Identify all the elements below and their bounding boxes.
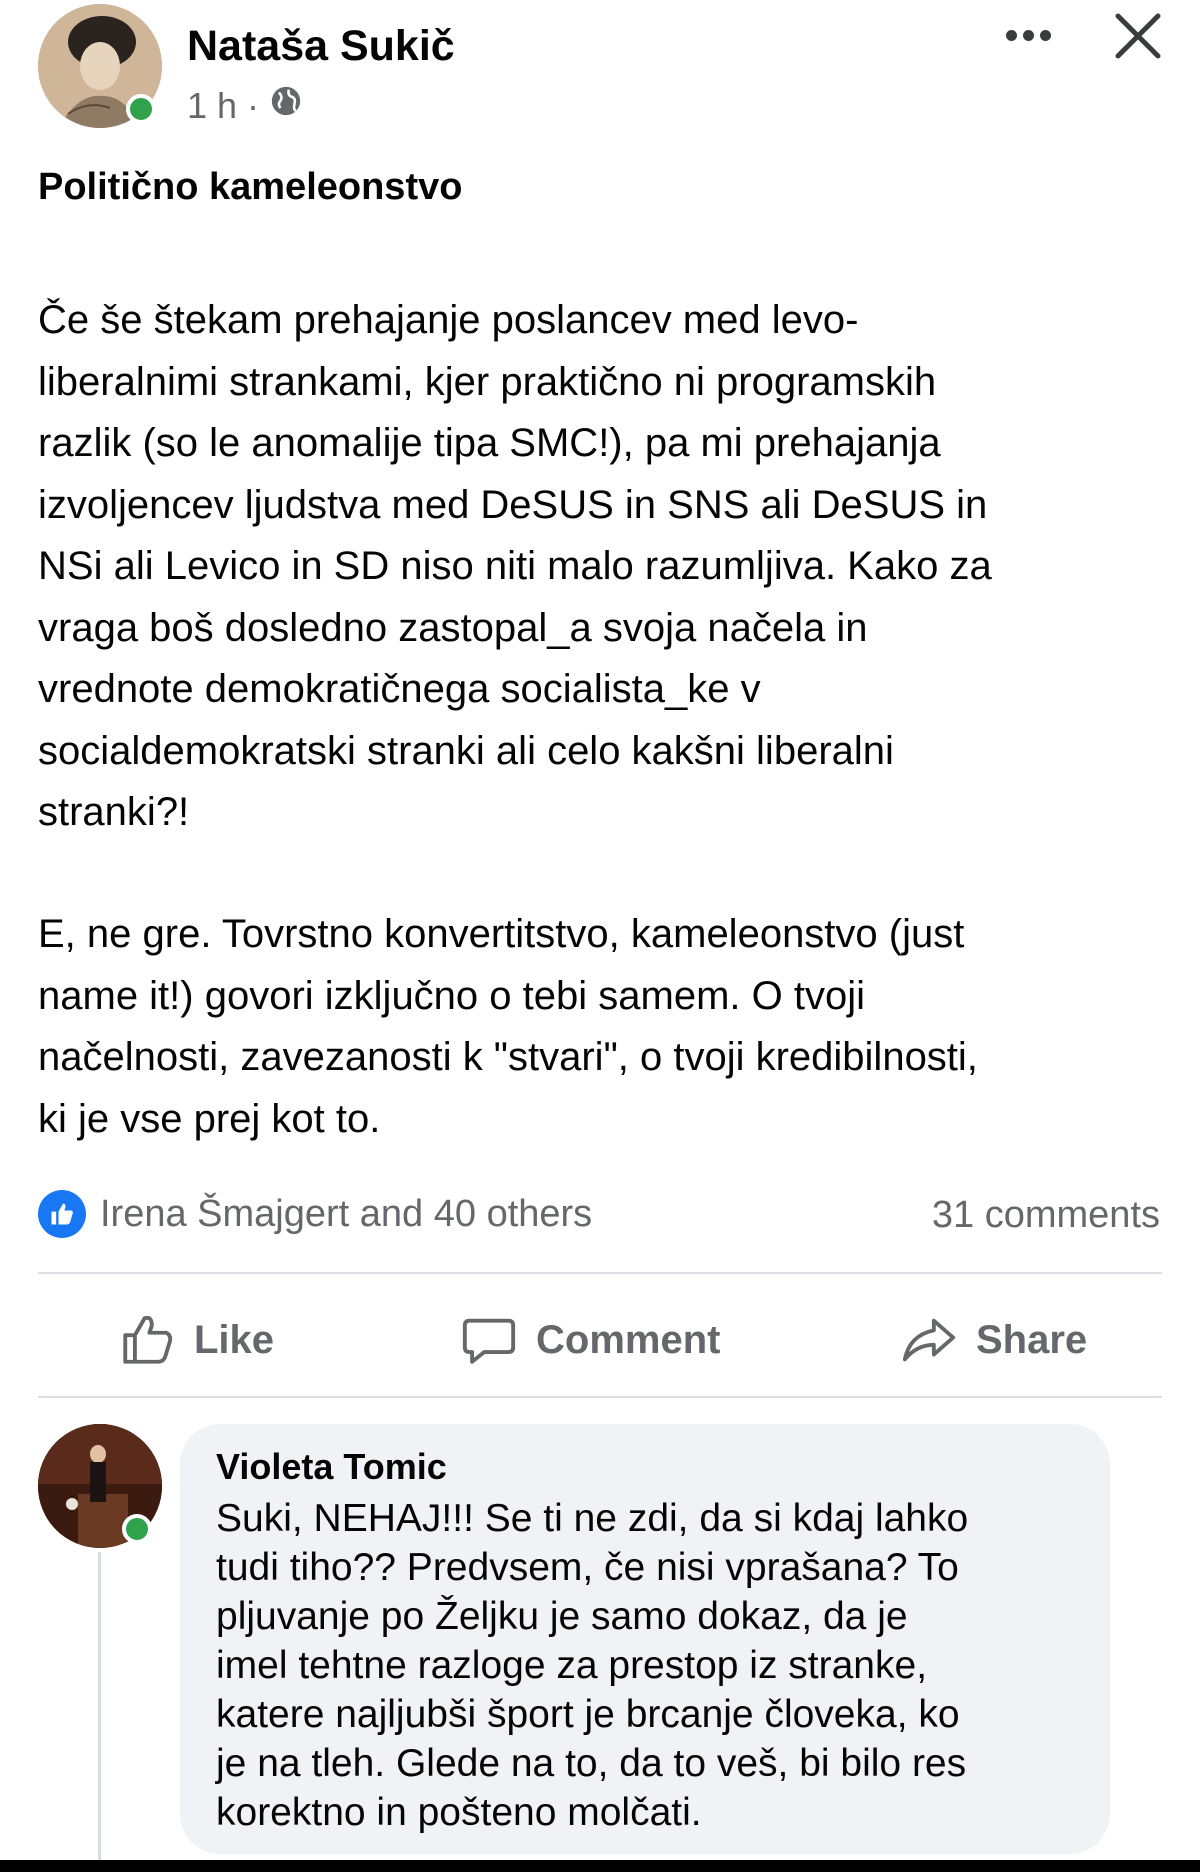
comment-bubble-icon [462,1318,516,1364]
post-line: vrednote demokratičnega socialista_ke v [38,667,761,711]
post-title: Politično kameleonstvo [38,166,463,208]
comment-line: imel tehtne razloge za prestop iz strank… [216,1644,928,1687]
commenter-online-dot [122,1514,152,1544]
more-icon [1005,29,1017,41]
commenter-name[interactable]: Violeta Tomic [216,1446,447,1488]
comment-line: katere najljubši šport je brcanje človek… [216,1693,960,1736]
post-line: razlik (so le anomalije tipa SMC!), pa m… [38,421,941,465]
thumbs-up-icon [123,1315,173,1364]
bottom-edge [0,1860,1200,1872]
comments-count-link[interactable]: 31 comments [932,1194,1160,1237]
post-meta: 1 h · [187,84,303,127]
post-line: ki je vse prej kot to. [38,1096,381,1141]
share-button[interactable]: Share [900,1300,1087,1380]
post-line: vraga boš dosledno zastopal_a svoja nače… [38,605,868,650]
comment-line: je na tleh. Glede na to, da to veš, bi b… [216,1742,967,1785]
post-line: Če še štekam prehajanje poslancev med le… [38,298,859,342]
comment-text: Suki, NEHAJ!!! Se ti ne zdi, da si kdaj … [216,1494,968,1837]
post-line: name it!) govori izključno o tebi samem.… [38,973,865,1018]
comment-line: tudi tiho?? Predvsem, če nisi vprašana? … [216,1546,959,1589]
post-line: E, ne gre. Tovrstno konvertitstvo, kamel… [38,912,965,956]
post-paragraph-1: Če še štekam prehajanje poslancev med le… [38,290,1178,844]
comment-label: Comment [536,1317,721,1362]
post-line: stranki?! [38,790,190,834]
globe-icon [269,84,303,127]
comment-line: korektno in pošteno molčati. [216,1791,702,1834]
post-line: načelnosti, zavezanosti k "stvari", o tv… [38,1035,978,1079]
comment-line: Suki, NEHAJ!!! Se ti ne zdi, da si kdaj … [216,1497,969,1540]
like-label: Like [194,1317,275,1362]
thread-line [98,1552,101,1872]
reactions-summary[interactable]: Irena Šmajgert and 40 others [38,1190,592,1238]
author-name[interactable]: Nataša Sukič [187,22,455,71]
divider [38,1396,1162,1398]
comment-button[interactable]: Comment [460,1300,720,1380]
comment-line: pljuvanje po Željku je samo dokaz, da je [216,1595,908,1638]
close-icon [1115,13,1161,59]
post-line: socialdemokratski stranki ali celo kakšn… [38,728,894,773]
share-label: Share [976,1317,1088,1362]
like-button[interactable]: Like [118,1300,274,1380]
post-line: NSi ali Levico in SD niso niti malo razu… [38,544,992,588]
reactions-text: Irena Šmajgert and 40 others [100,1192,593,1235]
divider [38,1272,1162,1274]
online-status-dot [126,94,156,124]
post-time[interactable]: 1 h [187,85,237,127]
share-arrow-icon [902,1318,956,1362]
more-options-button[interactable] [992,10,1064,60]
post-paragraph-2: E, ne gre. Tovrstno konvertitstvo, kamel… [38,904,1178,1150]
close-button[interactable] [1108,6,1168,66]
like-badge-icon [38,1190,86,1238]
post-line: izvoljencev ljudstva med DeSUS in SNS al… [38,482,988,527]
post-line: liberalnimi strankami, kjer praktično ni… [38,359,937,404]
meta-separator: · [247,84,260,126]
